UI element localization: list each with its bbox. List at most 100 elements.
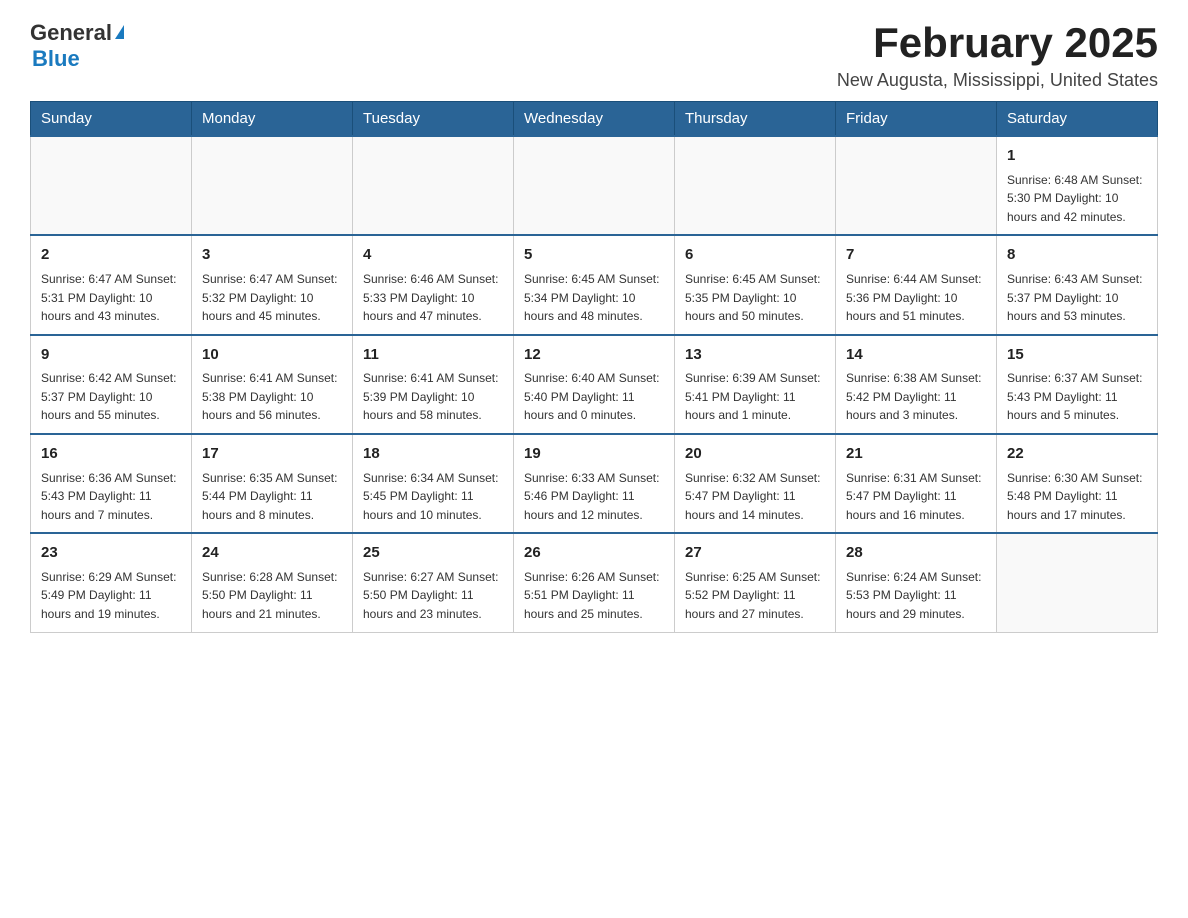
week-row: 2 Sunrise: 6:47 AM Sunset: 5:31 PM Daylig… <box>31 235 1158 334</box>
title-section: February 2025 New Augusta, Mississippi, … <box>837 20 1158 91</box>
calendar-day-header: Saturday <box>997 102 1158 137</box>
week-row: 23 Sunrise: 6:29 AM Sunset: 5:49 PM Dayli… <box>31 533 1158 632</box>
week-row: 9Sunrise: 6:42 AM Sunset: 5:37 PM Daylig… <box>31 335 1158 434</box>
day-info: Sunrise: 6:44 AM Sunset: 5:36 PM Dayligh… <box>846 270 986 326</box>
calendar-cell: 8 Sunrise: 6:43 AM Sunset: 5:37 PM Daylig… <box>997 235 1158 334</box>
day-info: Sunrise: 6:28 AM Sunset: 5:50 PM Dayligh… <box>202 568 342 624</box>
day-number: 14 <box>846 344 986 367</box>
day-info: Sunrise: 6:37 AM Sunset: 5:43 PM Dayligh… <box>1007 369 1147 425</box>
day-number: 1 <box>1007 145 1147 168</box>
calendar-cell: 27 Sunrise: 6:25 AM Sunset: 5:52 PM Dayli… <box>675 533 836 632</box>
day-info: Sunrise: 6:35 AM Sunset: 5:44 PM Dayligh… <box>202 469 342 525</box>
calendar-cell: 2 Sunrise: 6:47 AM Sunset: 5:31 PM Daylig… <box>31 235 192 334</box>
day-number: 25 <box>363 542 503 565</box>
day-number: 24 <box>202 542 342 565</box>
day-number: 3 <box>202 244 342 267</box>
day-number: 15 <box>1007 344 1147 367</box>
calendar-cell <box>353 136 514 235</box>
day-info: Sunrise: 6:26 AM Sunset: 5:51 PM Dayligh… <box>524 568 664 624</box>
calendar-cell: 25 Sunrise: 6:27 AM Sunset: 5:50 PM Dayli… <box>353 533 514 632</box>
day-number: 8 <box>1007 244 1147 267</box>
day-number: 27 <box>685 542 825 565</box>
calendar-day-header: Friday <box>836 102 997 137</box>
day-number: 16 <box>41 443 181 466</box>
calendar-cell: 23 Sunrise: 6:29 AM Sunset: 5:49 PM Dayli… <box>31 533 192 632</box>
logo-blue-text: Blue <box>32 46 80 72</box>
day-number: 23 <box>41 542 181 565</box>
day-info: Sunrise: 6:46 AM Sunset: 5:33 PM Dayligh… <box>363 270 503 326</box>
calendar-cell: 14Sunrise: 6:38 AM Sunset: 5:42 PM Dayli… <box>836 335 997 434</box>
month-title: February 2025 <box>837 20 1158 66</box>
day-info: Sunrise: 6:33 AM Sunset: 5:46 PM Dayligh… <box>524 469 664 525</box>
day-info: Sunrise: 6:41 AM Sunset: 5:38 PM Dayligh… <box>202 369 342 425</box>
day-number: 7 <box>846 244 986 267</box>
day-info: Sunrise: 6:27 AM Sunset: 5:50 PM Dayligh… <box>363 568 503 624</box>
day-info: Sunrise: 6:45 AM Sunset: 5:35 PM Dayligh… <box>685 270 825 326</box>
location-title: New Augusta, Mississippi, United States <box>837 70 1158 91</box>
calendar-cell: 15Sunrise: 6:37 AM Sunset: 5:43 PM Dayli… <box>997 335 1158 434</box>
calendar-cell: 17 Sunrise: 6:35 AM Sunset: 5:44 PM Dayli… <box>192 434 353 533</box>
day-number: 26 <box>524 542 664 565</box>
day-info: Sunrise: 6:41 AM Sunset: 5:39 PM Dayligh… <box>363 369 503 425</box>
calendar-cell <box>192 136 353 235</box>
calendar-cell: 3 Sunrise: 6:47 AM Sunset: 5:32 PM Daylig… <box>192 235 353 334</box>
calendar-header-row: SundayMondayTuesdayWednesdayThursdayFrid… <box>31 102 1158 137</box>
day-info: Sunrise: 6:24 AM Sunset: 5:53 PM Dayligh… <box>846 568 986 624</box>
calendar-cell: 22 Sunrise: 6:30 AM Sunset: 5:48 PM Dayli… <box>997 434 1158 533</box>
calendar-day-header: Tuesday <box>353 102 514 137</box>
day-number: 19 <box>524 443 664 466</box>
day-info: Sunrise: 6:47 AM Sunset: 5:31 PM Dayligh… <box>41 270 181 326</box>
calendar-cell: 12Sunrise: 6:40 AM Sunset: 5:40 PM Dayli… <box>514 335 675 434</box>
day-number: 18 <box>363 443 503 466</box>
day-number: 6 <box>685 244 825 267</box>
calendar-cell: 9Sunrise: 6:42 AM Sunset: 5:37 PM Daylig… <box>31 335 192 434</box>
day-number: 10 <box>202 344 342 367</box>
week-row: 16Sunrise: 6:36 AM Sunset: 5:43 PM Dayli… <box>31 434 1158 533</box>
calendar-cell: 16Sunrise: 6:36 AM Sunset: 5:43 PM Dayli… <box>31 434 192 533</box>
day-info: Sunrise: 6:29 AM Sunset: 5:49 PM Dayligh… <box>41 568 181 624</box>
calendar-cell <box>836 136 997 235</box>
calendar-cell: 19 Sunrise: 6:33 AM Sunset: 5:46 PM Dayli… <box>514 434 675 533</box>
day-info: Sunrise: 6:40 AM Sunset: 5:40 PM Dayligh… <box>524 369 664 425</box>
day-number: 5 <box>524 244 664 267</box>
page-header: General Blue February 2025 New Augusta, … <box>30 20 1158 91</box>
day-info: Sunrise: 6:32 AM Sunset: 5:47 PM Dayligh… <box>685 469 825 525</box>
calendar-cell: 18 Sunrise: 6:34 AM Sunset: 5:45 PM Dayli… <box>353 434 514 533</box>
calendar-table: SundayMondayTuesdayWednesdayThursdayFrid… <box>30 101 1158 632</box>
day-number: 2 <box>41 244 181 267</box>
day-info: Sunrise: 6:45 AM Sunset: 5:34 PM Dayligh… <box>524 270 664 326</box>
day-info: Sunrise: 6:43 AM Sunset: 5:37 PM Dayligh… <box>1007 270 1147 326</box>
day-number: 17 <box>202 443 342 466</box>
calendar-cell: 24 Sunrise: 6:28 AM Sunset: 5:50 PM Dayli… <box>192 533 353 632</box>
calendar-day-header: Thursday <box>675 102 836 137</box>
day-number: 4 <box>363 244 503 267</box>
calendar-cell: 6 Sunrise: 6:45 AM Sunset: 5:35 PM Daylig… <box>675 235 836 334</box>
day-info: Sunrise: 6:34 AM Sunset: 5:45 PM Dayligh… <box>363 469 503 525</box>
calendar-day-header: Sunday <box>31 102 192 137</box>
logo: General Blue <box>30 20 124 72</box>
calendar-cell: 11Sunrise: 6:41 AM Sunset: 5:39 PM Dayli… <box>353 335 514 434</box>
calendar-cell <box>675 136 836 235</box>
calendar-cell: 7 Sunrise: 6:44 AM Sunset: 5:36 PM Daylig… <box>836 235 997 334</box>
week-row: 1Sunrise: 6:48 AM Sunset: 5:30 PM Daylig… <box>31 136 1158 235</box>
day-info: Sunrise: 6:30 AM Sunset: 5:48 PM Dayligh… <box>1007 469 1147 525</box>
day-number: 13 <box>685 344 825 367</box>
day-info: Sunrise: 6:47 AM Sunset: 5:32 PM Dayligh… <box>202 270 342 326</box>
calendar-cell: 26 Sunrise: 6:26 AM Sunset: 5:51 PM Dayli… <box>514 533 675 632</box>
day-info: Sunrise: 6:25 AM Sunset: 5:52 PM Dayligh… <box>685 568 825 624</box>
day-number: 11 <box>363 344 503 367</box>
calendar-cell: 5 Sunrise: 6:45 AM Sunset: 5:34 PM Daylig… <box>514 235 675 334</box>
calendar-cell: 13Sunrise: 6:39 AM Sunset: 5:41 PM Dayli… <box>675 335 836 434</box>
calendar-cell: 4 Sunrise: 6:46 AM Sunset: 5:33 PM Daylig… <box>353 235 514 334</box>
logo-triangle-icon <box>115 25 124 39</box>
day-number: 21 <box>846 443 986 466</box>
calendar-cell: 28Sunrise: 6:24 AM Sunset: 5:53 PM Dayli… <box>836 533 997 632</box>
calendar-cell <box>997 533 1158 632</box>
day-number: 22 <box>1007 443 1147 466</box>
day-info: Sunrise: 6:39 AM Sunset: 5:41 PM Dayligh… <box>685 369 825 425</box>
day-number: 12 <box>524 344 664 367</box>
day-info: Sunrise: 6:31 AM Sunset: 5:47 PM Dayligh… <box>846 469 986 525</box>
day-number: 9 <box>41 344 181 367</box>
calendar-cell: 20 Sunrise: 6:32 AM Sunset: 5:47 PM Dayli… <box>675 434 836 533</box>
day-number: 20 <box>685 443 825 466</box>
